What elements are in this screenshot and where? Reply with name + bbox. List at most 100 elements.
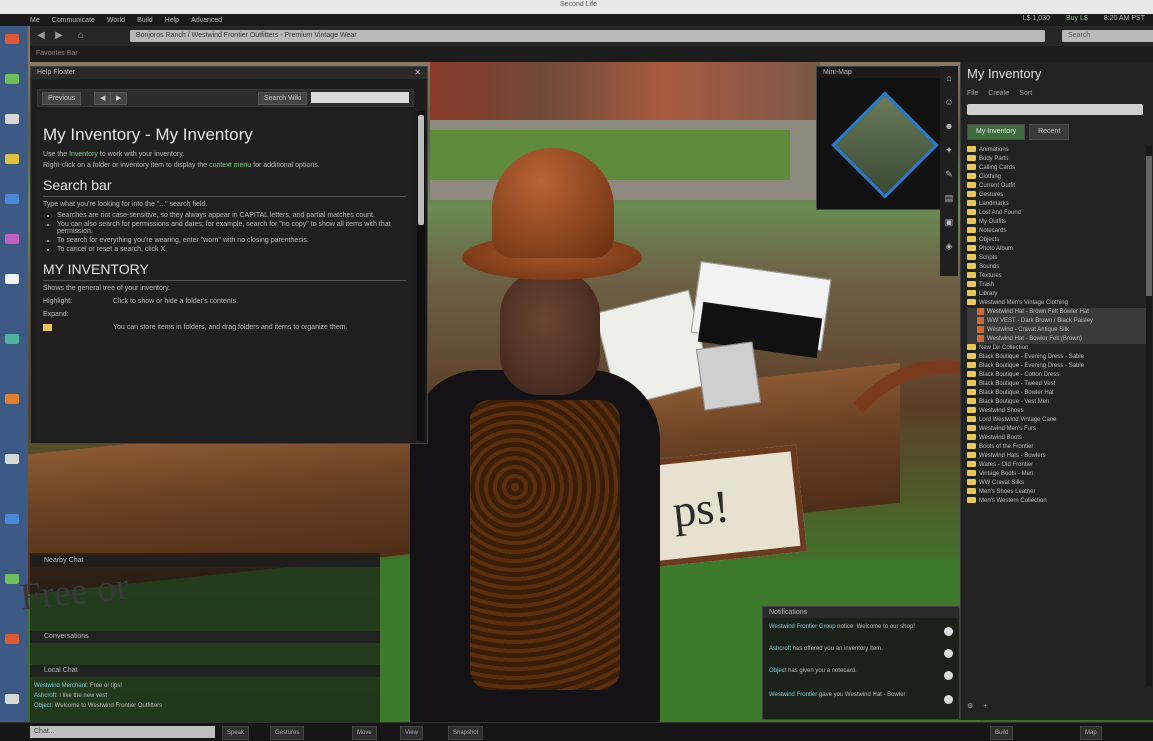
map-icon[interactable]: ◈ bbox=[943, 240, 955, 252]
inventory-folder[interactable]: Landmarks bbox=[967, 200, 1147, 209]
menu-advanced[interactable]: Advanced bbox=[191, 17, 222, 24]
inventory-folder[interactable]: New Dir Collection bbox=[967, 344, 1147, 353]
inventory-item[interactable]: Westwind Hat - Brown Felt Bowler Hat bbox=[967, 308, 1147, 317]
notification-item[interactable]: Ashcroft has offered you an inventory it… bbox=[769, 645, 939, 653]
help-search-input[interactable] bbox=[311, 92, 409, 103]
inventory-folder[interactable]: Body Parts bbox=[967, 155, 1147, 164]
inventory-folder[interactable]: Lost And Found bbox=[967, 209, 1147, 218]
dock-icon[interactable] bbox=[5, 454, 19, 464]
notification-item[interactable]: Westwind Frontier Group notice: Welcome … bbox=[769, 623, 939, 631]
inventory-folder[interactable]: Calling Cards bbox=[967, 164, 1147, 173]
dock-icon[interactable] bbox=[5, 274, 19, 284]
forward-arrow-icon[interactable]: ▶ bbox=[110, 92, 128, 105]
minimap-header[interactable]: Mini-Map bbox=[817, 67, 947, 78]
gear-icon[interactable]: ⚙ bbox=[967, 703, 973, 710]
inventory-folder[interactable]: Current Outfit bbox=[967, 182, 1147, 191]
chat-sender[interactable]: Ashcroft: bbox=[34, 693, 58, 699]
menu-build[interactable]: Build bbox=[137, 17, 153, 24]
gestures-button[interactable]: Gestures bbox=[270, 726, 305, 740]
dock-icon[interactable] bbox=[5, 334, 19, 344]
inventory-folder[interactable]: Black Boutique - Evening Dress - Sable bbox=[967, 362, 1147, 371]
view-button[interactable]: View bbox=[400, 726, 423, 740]
menu-communicate[interactable]: Communicate bbox=[52, 17, 95, 24]
menu-world[interactable]: World bbox=[107, 17, 125, 24]
inventory-folder[interactable]: Notecards bbox=[967, 227, 1147, 236]
inventory-folder[interactable]: Westwind Men's Furs bbox=[967, 425, 1147, 434]
chat-tab-conversations[interactable]: Conversations bbox=[30, 631, 380, 643]
dock-icon[interactable] bbox=[5, 234, 19, 244]
inventory-folder[interactable]: Black Boutique - Cotton Dress bbox=[967, 371, 1147, 380]
home-icon[interactable]: ⌂ bbox=[943, 72, 955, 84]
dock-icon[interactable] bbox=[5, 194, 19, 204]
back-arrow-icon[interactable]: ◀ bbox=[94, 92, 112, 105]
inventory-folder[interactable]: WW Cravat Silks bbox=[967, 479, 1147, 488]
inventory-folder[interactable]: Trash bbox=[967, 281, 1147, 290]
dock-icon[interactable] bbox=[5, 34, 19, 44]
inventory-folder[interactable]: Sounds bbox=[967, 263, 1147, 272]
close-icon[interactable]: ✕ bbox=[414, 67, 421, 79]
map-button[interactable]: Map bbox=[1080, 726, 1102, 740]
home-icon[interactable]: ⌂ bbox=[74, 30, 88, 42]
person-icon[interactable]: ☺ bbox=[943, 96, 955, 108]
help-scrollbar[interactable] bbox=[417, 111, 425, 441]
notification-icon[interactable] bbox=[944, 695, 953, 704]
dock-icon[interactable] bbox=[5, 154, 19, 164]
notification-item[interactable]: Westwind Frontier gave you Westwind Hat … bbox=[769, 691, 939, 699]
inventory-item[interactable]: Westwind - Cravat Antique Silk bbox=[967, 326, 1147, 335]
dock-icon[interactable] bbox=[5, 694, 19, 704]
dock-icon[interactable] bbox=[5, 394, 19, 404]
inventory-folder[interactable]: Westwind Boots bbox=[967, 434, 1147, 443]
inventory-folder[interactable]: Scripts bbox=[967, 254, 1147, 263]
appearance-icon[interactable]: ✎ bbox=[943, 168, 955, 180]
inventory-folder[interactable]: Men's Shoes Leather bbox=[967, 488, 1147, 497]
inventory-folder[interactable]: Library bbox=[967, 290, 1147, 299]
buy-currency-button[interactable]: Buy L$ bbox=[1066, 15, 1088, 22]
inventory-folder[interactable]: Gestures bbox=[967, 191, 1147, 200]
menu-create[interactable]: Create bbox=[988, 90, 1009, 97]
places-icon[interactable]: ✦ bbox=[943, 144, 955, 156]
menu-file[interactable]: File bbox=[967, 90, 978, 97]
inventory-folder[interactable]: Black Boutique - Tweed Vest bbox=[967, 380, 1147, 389]
inventory-folder[interactable]: Objects bbox=[967, 236, 1147, 245]
notification-link[interactable]: Ashcroft bbox=[769, 646, 791, 652]
forward-arrow-icon[interactable]: ▶ bbox=[52, 30, 66, 42]
inventory-folder[interactable]: My Outfits bbox=[967, 218, 1147, 227]
inventory-folder[interactable]: Photo Album bbox=[967, 245, 1147, 254]
inventory-folder[interactable]: Clothing bbox=[967, 173, 1147, 182]
inventory-folder[interactable]: Textures bbox=[967, 272, 1147, 281]
inventory-link[interactable]: Inventory bbox=[69, 151, 98, 158]
search-wiki-button[interactable]: Search Wiki bbox=[258, 92, 308, 105]
notification-icon[interactable] bbox=[944, 627, 953, 636]
speak-button[interactable]: Speak bbox=[222, 726, 250, 740]
dock-icon[interactable] bbox=[5, 574, 19, 584]
inventory-icon[interactable]: ▤ bbox=[943, 192, 955, 204]
inventory-folder[interactable]: Westwind Men's Vintage Clothing bbox=[967, 299, 1147, 308]
snapshot-button[interactable]: Snapshot bbox=[448, 726, 484, 740]
dock-icon[interactable] bbox=[5, 114, 19, 124]
chat-tab-local[interactable]: Local Chat bbox=[30, 665, 380, 677]
people-icon[interactable]: ☻ bbox=[943, 120, 955, 132]
inventory-folder[interactable]: Black Boutique - Bowler Hat bbox=[967, 389, 1147, 398]
inventory-folder[interactable]: Wares - Old Frontier bbox=[967, 461, 1147, 470]
product-box-3[interactable] bbox=[695, 341, 762, 411]
inventory-folder[interactable]: Lord Westwind Vintage Cane bbox=[967, 416, 1147, 425]
build-button[interactable]: Build bbox=[990, 726, 1014, 740]
move-button[interactable]: Move bbox=[352, 726, 377, 740]
inventory-item[interactable]: Westwind Hat - Bowler Felt (Brown) bbox=[967, 335, 1147, 344]
inventory-folder[interactable]: Men's Western Collection bbox=[967, 497, 1147, 506]
scroll-thumb[interactable] bbox=[418, 115, 424, 225]
scroll-thumb[interactable] bbox=[1146, 156, 1152, 296]
location-field[interactable]: Bonjoros Ranch / Westwind Frontier Outfi… bbox=[130, 30, 1045, 42]
chat-sender[interactable]: Westwind Merchant: bbox=[34, 683, 88, 689]
inventory-folder[interactable]: Black Boutique - Evening Dress - Sable bbox=[967, 353, 1147, 362]
chat-input[interactable]: Chat... bbox=[30, 726, 215, 738]
notification-link[interactable]: Westwind Frontier Group bbox=[769, 624, 836, 630]
inventory-filter-input[interactable] bbox=[967, 104, 1143, 115]
inventory-folder[interactable]: Vintage Boots - Men bbox=[967, 470, 1147, 479]
snapshot-icon[interactable]: ▣ bbox=[943, 216, 955, 228]
add-icon[interactable]: + bbox=[983, 703, 987, 710]
inventory-item[interactable]: WW VEST - Dark Brown / Black Paisley bbox=[967, 317, 1147, 326]
menu-me[interactable]: Me bbox=[30, 17, 40, 24]
menu-sort[interactable]: Sort bbox=[1019, 90, 1032, 97]
tab-recent[interactable]: Recent bbox=[1029, 124, 1070, 140]
